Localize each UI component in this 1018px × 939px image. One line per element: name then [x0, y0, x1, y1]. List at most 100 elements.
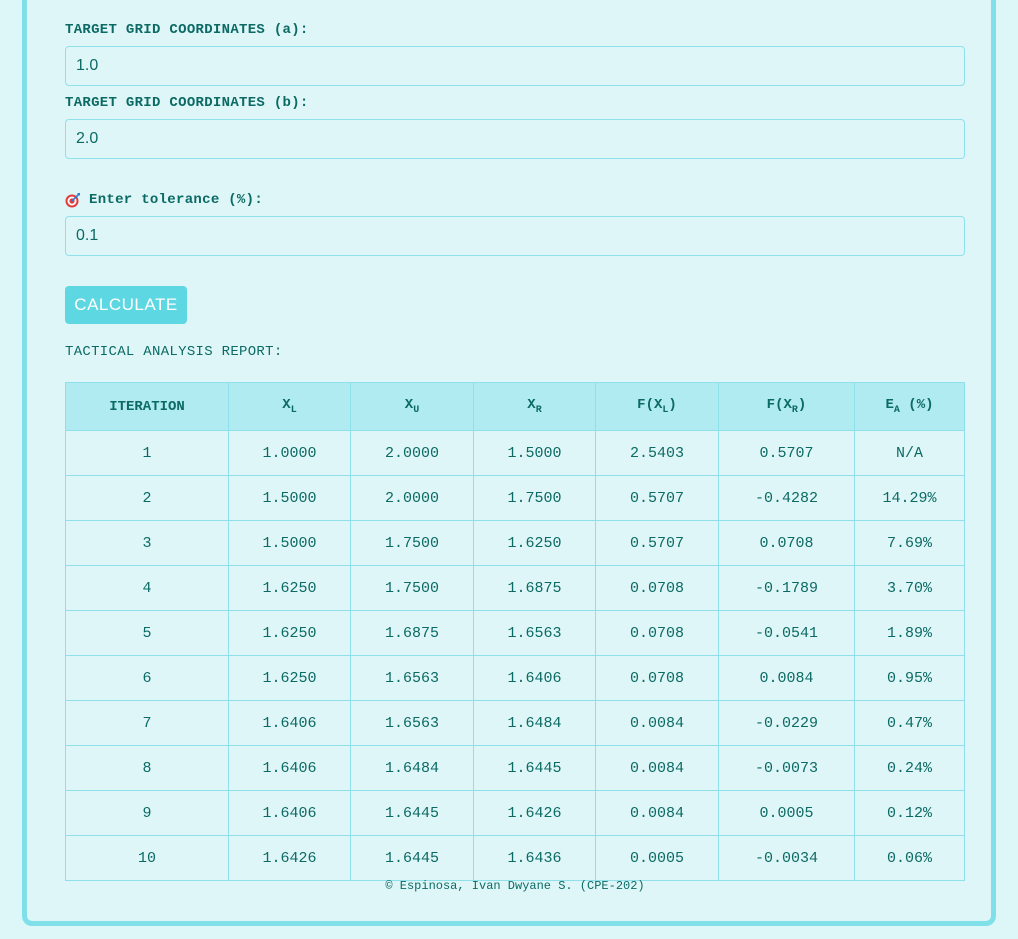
- cell-fxr: -0.0541: [718, 610, 855, 656]
- cell-xr: 1.6250: [473, 520, 596, 566]
- header-fxl: F(XL): [595, 382, 719, 431]
- cell-iteration: 7: [65, 700, 229, 746]
- calculate-button[interactable]: CALCULATE: [65, 286, 187, 324]
- tolerance-label: Enter tolerance (%):: [89, 192, 264, 208]
- table-row: 9 1.6406 1.6445 1.6426 0.0084 0.0005 0.1…: [65, 790, 965, 836]
- cell-fxl: 0.5707: [595, 520, 719, 566]
- cell-xl: 1.5000: [228, 520, 351, 566]
- cell-ea: 3.70%: [854, 565, 965, 611]
- cell-iteration: 8: [65, 745, 229, 791]
- header-iteration: ITERATION: [65, 382, 229, 431]
- table-row: 10 1.6426 1.6445 1.6436 0.0005 -0.0034 0…: [65, 835, 965, 881]
- header-xu-sub: U: [413, 404, 420, 416]
- header-xu-main: X: [404, 397, 414, 414]
- cell-xl: 1.6250: [228, 610, 351, 656]
- cell-fxr: 0.0084: [718, 655, 855, 701]
- cell-fxr: 0.5707: [718, 430, 855, 476]
- cell-fxr: 0.0005: [718, 790, 855, 836]
- cell-ea: 0.24%: [854, 745, 965, 791]
- cell-xl: 1.0000: [228, 430, 351, 476]
- cell-ea: 1.89%: [854, 610, 965, 656]
- table-row: 1 1.0000 2.0000 1.5000 2.5403 0.5707 N/A: [65, 430, 965, 476]
- cell-iteration: 4: [65, 565, 229, 611]
- cell-iteration: 6: [65, 655, 229, 701]
- cell-xu: 2.0000: [350, 475, 474, 521]
- cell-iteration: 2: [65, 475, 229, 521]
- grid-a-input[interactable]: 1.0: [65, 46, 965, 86]
- cell-fxr: -0.1789: [718, 565, 855, 611]
- cell-xr: 1.6406: [473, 655, 596, 701]
- cell-ea: 0.47%: [854, 700, 965, 746]
- header-fxr-pre: F(X: [766, 397, 792, 414]
- header-xl-main: X: [282, 397, 291, 414]
- cell-xr: 1.6563: [473, 610, 596, 656]
- cell-xl: 1.5000: [228, 475, 351, 521]
- tolerance-input[interactable]: 0.1: [65, 216, 965, 256]
- cell-fxl: 0.0005: [595, 835, 719, 881]
- cell-iteration: 1: [65, 430, 229, 476]
- cell-fxl: 0.0708: [595, 655, 719, 701]
- cell-xr: 1.7500: [473, 475, 596, 521]
- cell-ea: 0.95%: [854, 655, 965, 701]
- cell-xu: 1.6445: [350, 790, 474, 836]
- header-xl-sub: L: [290, 404, 297, 416]
- cell-xr: 1.6436: [473, 835, 596, 881]
- table-row: 2 1.5000 2.0000 1.7500 0.5707 -0.4282 14…: [65, 475, 965, 521]
- header-fxl-post: ): [668, 397, 677, 414]
- footer-credit: © Espinosa, Ivan Dwyane S. (CPE-202): [385, 879, 645, 893]
- header-fxl-pre: F(X: [637, 397, 663, 414]
- cell-xl: 1.6406: [228, 745, 351, 791]
- cell-xr: 1.5000: [473, 430, 596, 476]
- cell-iteration: 3: [65, 520, 229, 566]
- cell-xl: 1.6426: [228, 835, 351, 881]
- table-row: 4 1.6250 1.7500 1.6875 0.0708 -0.1789 3.…: [65, 565, 965, 611]
- header-ea: EA (%): [854, 382, 965, 431]
- main-panel: TARGET GRID COORDINATES (a): 1.0 TARGET …: [22, 0, 996, 926]
- cell-xl: 1.6250: [228, 565, 351, 611]
- cell-xr: 1.6875: [473, 565, 596, 611]
- tolerance-label-row: Enter tolerance (%):: [65, 192, 263, 208]
- cell-iteration: 10: [65, 835, 229, 881]
- cell-xu: 1.6563: [350, 655, 474, 701]
- cell-fxr: -0.0229: [718, 700, 855, 746]
- cell-xu: 1.6563: [350, 700, 474, 746]
- cell-xu: 1.7500: [350, 520, 474, 566]
- cell-xl: 1.6406: [228, 700, 351, 746]
- header-xr-sub: R: [535, 404, 542, 416]
- header-xu: XU: [350, 382, 474, 431]
- cell-fxr: 0.0708: [718, 520, 855, 566]
- header-xr-main: X: [527, 397, 536, 414]
- cell-fxl: 0.0084: [595, 700, 719, 746]
- cell-fxl: 0.0708: [595, 565, 719, 611]
- cell-xr: 1.6484: [473, 700, 596, 746]
- header-fxr: F(XR): [718, 382, 855, 431]
- grid-b-input[interactable]: 2.0: [65, 119, 965, 159]
- grid-b-label: TARGET GRID COORDINATES (b):: [65, 95, 309, 111]
- cell-xr: 1.6426: [473, 790, 596, 836]
- table-header-row: ITERATION XL XU XR F(XL) F(XR) EA (%): [65, 382, 965, 431]
- cell-iteration: 5: [65, 610, 229, 656]
- table-row: 3 1.5000 1.7500 1.6250 0.5707 0.0708 7.6…: [65, 520, 965, 566]
- cell-xu: 1.6484: [350, 745, 474, 791]
- header-fxr-post: ): [797, 397, 807, 414]
- target-icon: [65, 193, 80, 208]
- cell-xu: 1.6445: [350, 835, 474, 881]
- cell-xu: 2.0000: [350, 430, 474, 476]
- cell-fxl: 0.0708: [595, 610, 719, 656]
- cell-fxr: -0.4282: [718, 475, 855, 521]
- cell-ea: 14.29%: [854, 475, 965, 521]
- cell-xu: 1.7500: [350, 565, 474, 611]
- header-iteration-text: ITERATION: [109, 398, 185, 415]
- cell-ea: N/A: [854, 430, 965, 476]
- cell-fxl: 0.5707: [595, 475, 719, 521]
- cell-xr: 1.6445: [473, 745, 596, 791]
- cell-xl: 1.6250: [228, 655, 351, 701]
- table-row: 8 1.6406 1.6484 1.6445 0.0084 -0.0073 0.…: [65, 745, 965, 791]
- results-table: ITERATION XL XU XR F(XL) F(XR) EA (%) 1 …: [65, 382, 965, 881]
- cell-ea: 0.06%: [854, 835, 965, 881]
- cell-xl: 1.6406: [228, 790, 351, 836]
- grid-a-label: TARGET GRID COORDINATES (a):: [65, 22, 309, 38]
- cell-xu: 1.6875: [350, 610, 474, 656]
- cell-fxl: 0.0084: [595, 790, 719, 836]
- header-ea-main: E: [885, 397, 894, 414]
